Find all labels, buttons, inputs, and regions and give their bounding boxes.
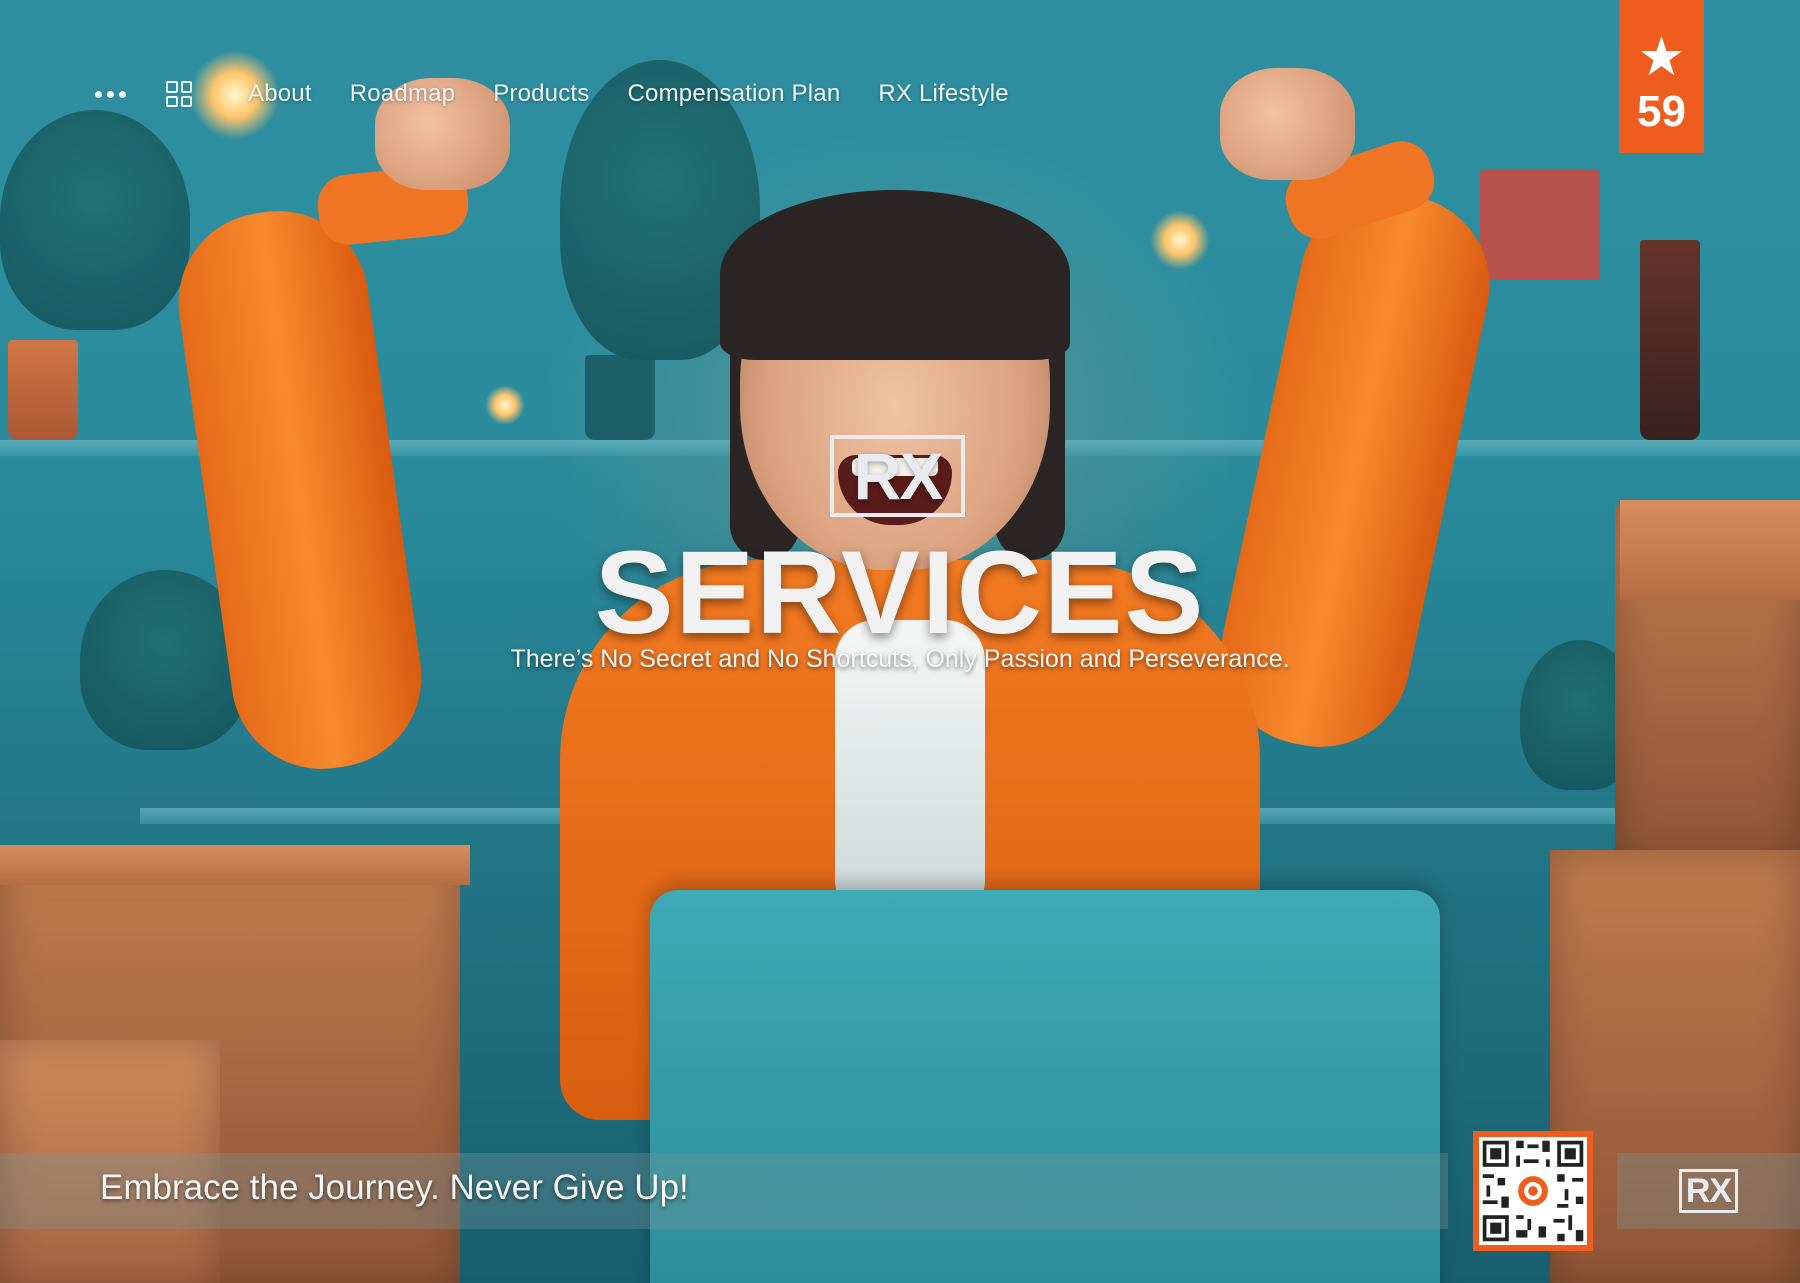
- footer-logo[interactable]: RX: [1617, 1153, 1800, 1229]
- pot: [585, 355, 655, 440]
- hero-tagline: There’s No Secret and No Shortcuts, Only…: [510, 645, 1290, 673]
- qr-code[interactable]: [1473, 1131, 1593, 1251]
- shelf: [1220, 808, 1680, 824]
- nav-link-rx-lifestyle[interactable]: RX Lifestyle: [878, 80, 1008, 108]
- grid-icon[interactable]: [166, 81, 192, 107]
- star-icon: ★: [1637, 27, 1686, 87]
- plant: [0, 110, 190, 330]
- cardboard-box-lid: [0, 845, 470, 885]
- page-title: SERVICES: [0, 525, 1800, 661]
- lamp-light: [485, 385, 525, 425]
- more-icon[interactable]: [95, 90, 126, 98]
- footer-logo-text: RX: [1678, 1169, 1739, 1213]
- rx-logo: RX: [830, 435, 965, 517]
- footer-slogan: Embrace the Journey. Never Give Up!: [100, 1168, 689, 1207]
- qr-code-icon: [1479, 1137, 1587, 1245]
- star-count: 59: [1637, 87, 1686, 136]
- nav-link-products[interactable]: Products: [493, 80, 589, 108]
- lamp-light: [1150, 210, 1210, 270]
- right-arm: [1203, 176, 1507, 764]
- star-count-badge[interactable]: ★ 59: [1619, 0, 1704, 153]
- pot: [8, 340, 78, 440]
- nav-link-compensation-plan[interactable]: Compensation Plan: [628, 80, 841, 108]
- frame: [1480, 170, 1600, 280]
- nav-link-about[interactable]: About: [248, 80, 312, 108]
- nav-link-roadmap[interactable]: Roadmap: [350, 80, 455, 108]
- rx-logo-text: RX: [853, 439, 944, 513]
- hair: [720, 190, 1070, 360]
- bottle: [1640, 240, 1700, 440]
- right-fist: [1220, 68, 1355, 180]
- top-nav: About Roadmap Products Compensation Plan…: [95, 72, 1047, 116]
